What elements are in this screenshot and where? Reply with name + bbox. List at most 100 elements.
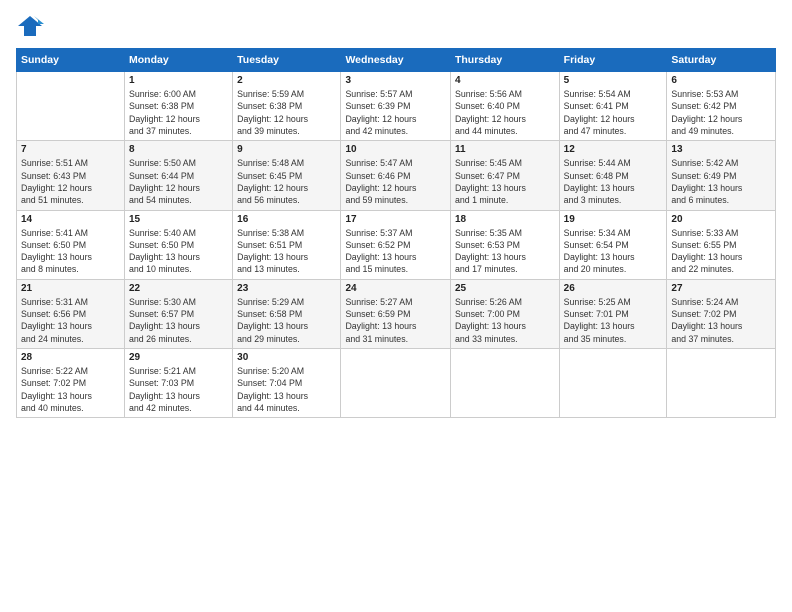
- table-row: 4 Sunrise: 5:56 AM Sunset: 6:40 PM Daylig…: [450, 72, 559, 141]
- table-row: 16 Sunrise: 5:38 AM Sunset: 6:51 PM Dayli…: [233, 210, 341, 279]
- table-row: [341, 349, 451, 418]
- day-number: 15: [129, 214, 228, 225]
- day-info: Sunrise: 5:42 AM Sunset: 6:49 PM Dayligh…: [671, 157, 771, 206]
- calendar-week-row: 14 Sunrise: 5:41 AM Sunset: 6:50 PM Dayli…: [17, 210, 776, 279]
- table-row: 7 Sunrise: 5:51 AM Sunset: 6:43 PM Daylig…: [17, 141, 125, 210]
- day-number: 21: [21, 283, 120, 294]
- day-info: Sunrise: 5:33 AM Sunset: 6:55 PM Dayligh…: [671, 227, 771, 276]
- table-row: [559, 349, 667, 418]
- day-info: Sunrise: 5:57 AM Sunset: 6:39 PM Dayligh…: [345, 88, 446, 137]
- day-number: 11: [455, 144, 555, 155]
- table-row: 19 Sunrise: 5:34 AM Sunset: 6:54 PM Dayli…: [559, 210, 667, 279]
- day-number: 20: [671, 214, 771, 225]
- day-info: Sunrise: 5:20 AM Sunset: 7:04 PM Dayligh…: [237, 365, 336, 414]
- day-number: 22: [129, 283, 228, 294]
- day-number: 5: [564, 75, 663, 86]
- day-number: 2: [237, 75, 336, 86]
- calendar-table: Sunday Monday Tuesday Wednesday Thursday…: [16, 48, 776, 418]
- day-info: Sunrise: 6:00 AM Sunset: 6:38 PM Dayligh…: [129, 88, 228, 137]
- table-row: 15Sunrise: 5:40 AM Sunset: 6:50 PM Dayli…: [125, 210, 233, 279]
- day-number: 18: [455, 214, 555, 225]
- day-info: Sunrise: 5:45 AM Sunset: 6:47 PM Dayligh…: [455, 157, 555, 206]
- logo: [16, 12, 48, 40]
- col-monday: Monday: [125, 49, 233, 72]
- table-row: 1 Sunrise: 6:00 AM Sunset: 6:38 PM Daylig…: [125, 72, 233, 141]
- day-info: Sunrise: 5:21 AM Sunset: 7:03 PM Dayligh…: [129, 365, 228, 414]
- day-number: 7: [21, 144, 120, 155]
- day-number: 14: [21, 214, 120, 225]
- day-number: 13: [671, 144, 771, 155]
- day-number: 30: [237, 352, 336, 363]
- day-info: Sunrise: 5:44 AM Sunset: 6:48 PM Dayligh…: [564, 157, 663, 206]
- day-info: Sunrise: 5:56 AM Sunset: 6:40 PM Dayligh…: [455, 88, 555, 137]
- table-row: 2 Sunrise: 5:59 AM Sunset: 6:38 PM Daylig…: [233, 72, 341, 141]
- table-row: 11 Sunrise: 5:45 AM Sunset: 6:47 PM Dayli…: [450, 141, 559, 210]
- table-row: 27Sunrise: 5:24 AM Sunset: 7:02 PM Dayli…: [667, 279, 776, 348]
- day-info: Sunrise: 5:25 AM Sunset: 7:01 PM Dayligh…: [564, 296, 663, 345]
- day-number: 19: [564, 214, 663, 225]
- day-number: 4: [455, 75, 555, 86]
- table-row: 30 Sunrise: 5:20 AM Sunset: 7:04 PM Dayli…: [233, 349, 341, 418]
- day-number: 10: [345, 144, 446, 155]
- day-info: Sunrise: 5:48 AM Sunset: 6:45 PM Dayligh…: [237, 157, 336, 206]
- calendar-week-row: 28 Sunrise: 5:22 AM Sunset: 7:02 PM Dayli…: [17, 349, 776, 418]
- header: [16, 12, 776, 40]
- calendar-week-row: 1 Sunrise: 6:00 AM Sunset: 6:38 PM Daylig…: [17, 72, 776, 141]
- table-row: 3Sunrise: 5:57 AM Sunset: 6:39 PM Daylig…: [341, 72, 451, 141]
- col-sunday: Sunday: [17, 49, 125, 72]
- table-row: 9 Sunrise: 5:48 AM Sunset: 6:45 PM Daylig…: [233, 141, 341, 210]
- day-number: 24: [345, 283, 446, 294]
- table-row: 5Sunrise: 5:54 AM Sunset: 6:41 PM Daylig…: [559, 72, 667, 141]
- logo-icon: [16, 12, 44, 40]
- day-info: Sunrise: 5:29 AM Sunset: 6:58 PM Dayligh…: [237, 296, 336, 345]
- day-info: Sunrise: 5:22 AM Sunset: 7:02 PM Dayligh…: [21, 365, 120, 414]
- table-row: [17, 72, 125, 141]
- table-row: 6Sunrise: 5:53 AM Sunset: 6:42 PM Daylig…: [667, 72, 776, 141]
- table-row: 26 Sunrise: 5:25 AM Sunset: 7:01 PM Dayli…: [559, 279, 667, 348]
- day-info: Sunrise: 5:24 AM Sunset: 7:02 PM Dayligh…: [671, 296, 771, 345]
- table-row: 25Sunrise: 5:26 AM Sunset: 7:00 PM Dayli…: [450, 279, 559, 348]
- day-number: 29: [129, 352, 228, 363]
- day-number: 26: [564, 283, 663, 294]
- table-row: 20 Sunrise: 5:33 AM Sunset: 6:55 PM Dayli…: [667, 210, 776, 279]
- table-row: 29 Sunrise: 5:21 AM Sunset: 7:03 PM Dayli…: [125, 349, 233, 418]
- day-number: 1: [129, 75, 228, 86]
- col-saturday: Saturday: [667, 49, 776, 72]
- table-row: 10 Sunrise: 5:47 AM Sunset: 6:46 PM Dayli…: [341, 141, 451, 210]
- day-info: Sunrise: 5:59 AM Sunset: 6:38 PM Dayligh…: [237, 88, 336, 137]
- col-tuesday: Tuesday: [233, 49, 341, 72]
- table-row: 14 Sunrise: 5:41 AM Sunset: 6:50 PM Dayli…: [17, 210, 125, 279]
- day-info: Sunrise: 5:37 AM Sunset: 6:52 PM Dayligh…: [345, 227, 446, 276]
- table-row: 23 Sunrise: 5:29 AM Sunset: 6:58 PM Dayli…: [233, 279, 341, 348]
- table-row: 18 Sunrise: 5:35 AM Sunset: 6:53 PM Dayli…: [450, 210, 559, 279]
- day-number: 9: [237, 144, 336, 155]
- day-number: 6: [671, 75, 771, 86]
- day-info: Sunrise: 5:31 AM Sunset: 6:56 PM Dayligh…: [21, 296, 120, 345]
- table-row: 24 Sunrise: 5:27 AM Sunset: 6:59 PM Dayli…: [341, 279, 451, 348]
- day-info: Sunrise: 5:30 AM Sunset: 6:57 PM Dayligh…: [129, 296, 228, 345]
- calendar-header-row: Sunday Monday Tuesday Wednesday Thursday…: [17, 49, 776, 72]
- table-row: 28 Sunrise: 5:22 AM Sunset: 7:02 PM Dayli…: [17, 349, 125, 418]
- day-info: Sunrise: 5:50 AM Sunset: 6:44 PM Dayligh…: [129, 157, 228, 206]
- day-info: Sunrise: 5:38 AM Sunset: 6:51 PM Dayligh…: [237, 227, 336, 276]
- day-number: 25: [455, 283, 555, 294]
- table-row: 12Sunrise: 5:44 AM Sunset: 6:48 PM Dayli…: [559, 141, 667, 210]
- day-number: 23: [237, 283, 336, 294]
- day-info: Sunrise: 5:34 AM Sunset: 6:54 PM Dayligh…: [564, 227, 663, 276]
- day-info: Sunrise: 5:41 AM Sunset: 6:50 PM Dayligh…: [21, 227, 120, 276]
- day-number: 28: [21, 352, 120, 363]
- day-info: Sunrise: 5:47 AM Sunset: 6:46 PM Dayligh…: [345, 157, 446, 206]
- calendar-week-row: 7 Sunrise: 5:51 AM Sunset: 6:43 PM Daylig…: [17, 141, 776, 210]
- day-info: Sunrise: 5:51 AM Sunset: 6:43 PM Dayligh…: [21, 157, 120, 206]
- day-number: 17: [345, 214, 446, 225]
- table-row: 17 Sunrise: 5:37 AM Sunset: 6:52 PM Dayli…: [341, 210, 451, 279]
- day-number: 16: [237, 214, 336, 225]
- table-row: 13 Sunrise: 5:42 AM Sunset: 6:49 PM Dayli…: [667, 141, 776, 210]
- day-info: Sunrise: 5:35 AM Sunset: 6:53 PM Dayligh…: [455, 227, 555, 276]
- page: Sunday Monday Tuesday Wednesday Thursday…: [0, 0, 792, 612]
- col-thursday: Thursday: [450, 49, 559, 72]
- day-info: Sunrise: 5:27 AM Sunset: 6:59 PM Dayligh…: [345, 296, 446, 345]
- table-row: 8 Sunrise: 5:50 AM Sunset: 6:44 PM Daylig…: [125, 141, 233, 210]
- day-number: 8: [129, 144, 228, 155]
- col-wednesday: Wednesday: [341, 49, 451, 72]
